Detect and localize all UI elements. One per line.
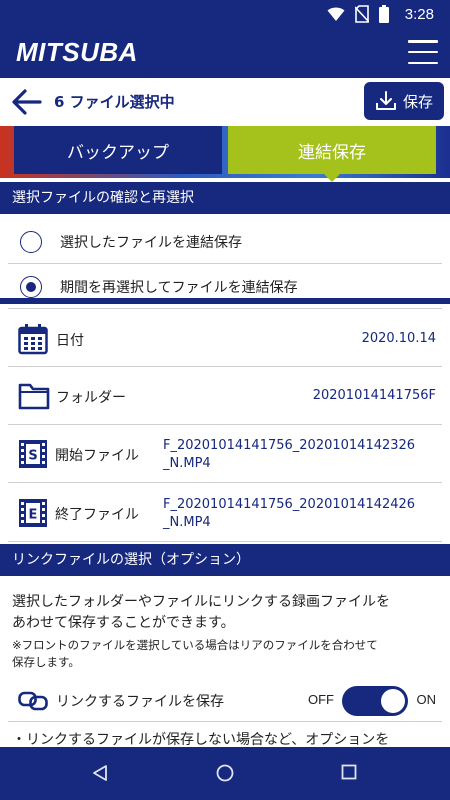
- folder-value: 20201014141756F: [312, 388, 436, 403]
- tab-backup-label: バックアップ: [67, 142, 169, 163]
- date-value: 2020.10.14: [361, 331, 436, 346]
- nav-home-icon[interactable]: [216, 764, 234, 782]
- save-button[interactable]: 保存: [364, 82, 444, 120]
- date-row[interactable]: 日付 2020.10.14: [8, 310, 442, 367]
- end-file-label: 終了ファイル: [55, 507, 139, 523]
- tab-bar: バックアップ 連結保存: [0, 126, 450, 304]
- radio-option-reselect-period[interactable]: 期間を再選択してファイルを連結保存: [8, 265, 442, 309]
- nav-back-icon[interactable]: [91, 764, 109, 782]
- tab-concat-save-label: 連結保存: [298, 142, 366, 163]
- download-icon: [375, 91, 396, 110]
- no-sim-icon: [354, 5, 369, 23]
- section-header-link-files: リンクファイルの選択（オプション）: [0, 544, 450, 576]
- status-time: 3:28: [404, 5, 434, 23]
- system-nav-bar: [0, 747, 450, 800]
- start-file-value-line2: _N.MP4: [163, 456, 211, 471]
- save-button-label: 保存: [402, 92, 433, 111]
- battery-icon: [378, 5, 389, 23]
- nav-recents-icon[interactable]: [341, 764, 357, 780]
- calendar-icon: [18, 324, 48, 355]
- brand-logo: MITSUBA: [16, 37, 138, 67]
- end-film-icon: E: [19, 499, 47, 527]
- selection-count-title: 6 ファイル選択中: [54, 93, 175, 111]
- end-file-row[interactable]: E 終了ファイル F_20201014141756_20201014142426…: [8, 483, 442, 542]
- start-file-label: 開始ファイル: [55, 448, 139, 464]
- link-icon: [18, 691, 48, 711]
- end-badge-letter: E: [29, 508, 38, 523]
- link-note-line2: 保存します。: [12, 655, 80, 669]
- folder-icon: [18, 383, 50, 410]
- link-description-line1: 選択したフォルダーやファイルにリンクする録画ファイルを: [12, 594, 390, 610]
- link-note-line1: ※フロントのファイルを選択している場合はリアのファイルを合わせて: [12, 638, 378, 652]
- tab-concat-save[interactable]: 連結保存: [228, 126, 436, 182]
- tab-backup[interactable]: バックアップ: [14, 126, 222, 174]
- date-label: 日付: [56, 333, 84, 349]
- toggle-on-label: ON: [416, 692, 437, 707]
- link-description-line2: あわせて保存することができます。: [12, 615, 235, 631]
- radio-option-selected-files[interactable]: 選択したファイルを連結保存: [8, 220, 442, 264]
- radio-option-label: 選択したファイルを連結保存: [60, 234, 242, 251]
- link-description: 選択したフォルダーやファイルにリンクする録画ファイルを あわせて保存することがで…: [12, 592, 442, 634]
- link-save-label: リンクするファイルを保存: [56, 694, 224, 710]
- folder-label: フォルダー: [56, 390, 126, 406]
- hamburger-menu-icon[interactable]: [408, 40, 438, 64]
- radio-option-label: 期間を再選択してファイルを連結保存: [60, 279, 298, 296]
- sub-header: 6 ファイル選択中 保存: [0, 78, 450, 126]
- start-badge-letter: S: [28, 449, 37, 464]
- link-save-toggle[interactable]: [342, 686, 408, 716]
- status-icons: 3:28: [327, 4, 434, 24]
- app-bar: MITSUBA: [0, 28, 450, 78]
- toggle-off-label: OFF: [308, 692, 334, 707]
- radio-button[interactable]: [20, 230, 42, 253]
- section-header-reselect: 選択ファイルの確認と再選択: [0, 182, 450, 214]
- toggle-knob: [381, 689, 405, 713]
- end-file-value-line2: _N.MP4: [163, 515, 211, 530]
- status-bar: 3:28: [0, 0, 450, 28]
- folder-row[interactable]: フォルダー 20201014141756F: [8, 367, 442, 425]
- link-note: ※フロントのファイルを選択している場合はリアのファイルを合わせて 保存します。: [12, 637, 442, 671]
- start-film-icon: S: [19, 440, 47, 468]
- end-file-value-line1: F_20201014141756_20201014142426: [163, 497, 416, 512]
- link-save-toggle-row: リンクするファイルを保存 OFF ON: [8, 680, 442, 722]
- wifi-icon: [327, 7, 345, 22]
- radio-button-checked[interactable]: [20, 275, 42, 298]
- start-file-row[interactable]: S 開始ファイル F_20201014141756_20201014142326…: [8, 425, 442, 483]
- start-file-value: F_20201014141756_20201014142326 _N.MP4: [163, 437, 442, 473]
- option-bullet-text: ・リンクするファイルが保存しない場合など、オプションを: [12, 732, 390, 748]
- back-arrow-icon[interactable]: [10, 86, 44, 118]
- start-file-value-line1: F_20201014141756_20201014142326: [163, 438, 416, 453]
- end-file-value: F_20201014141756_20201014142426 _N.MP4: [163, 496, 442, 532]
